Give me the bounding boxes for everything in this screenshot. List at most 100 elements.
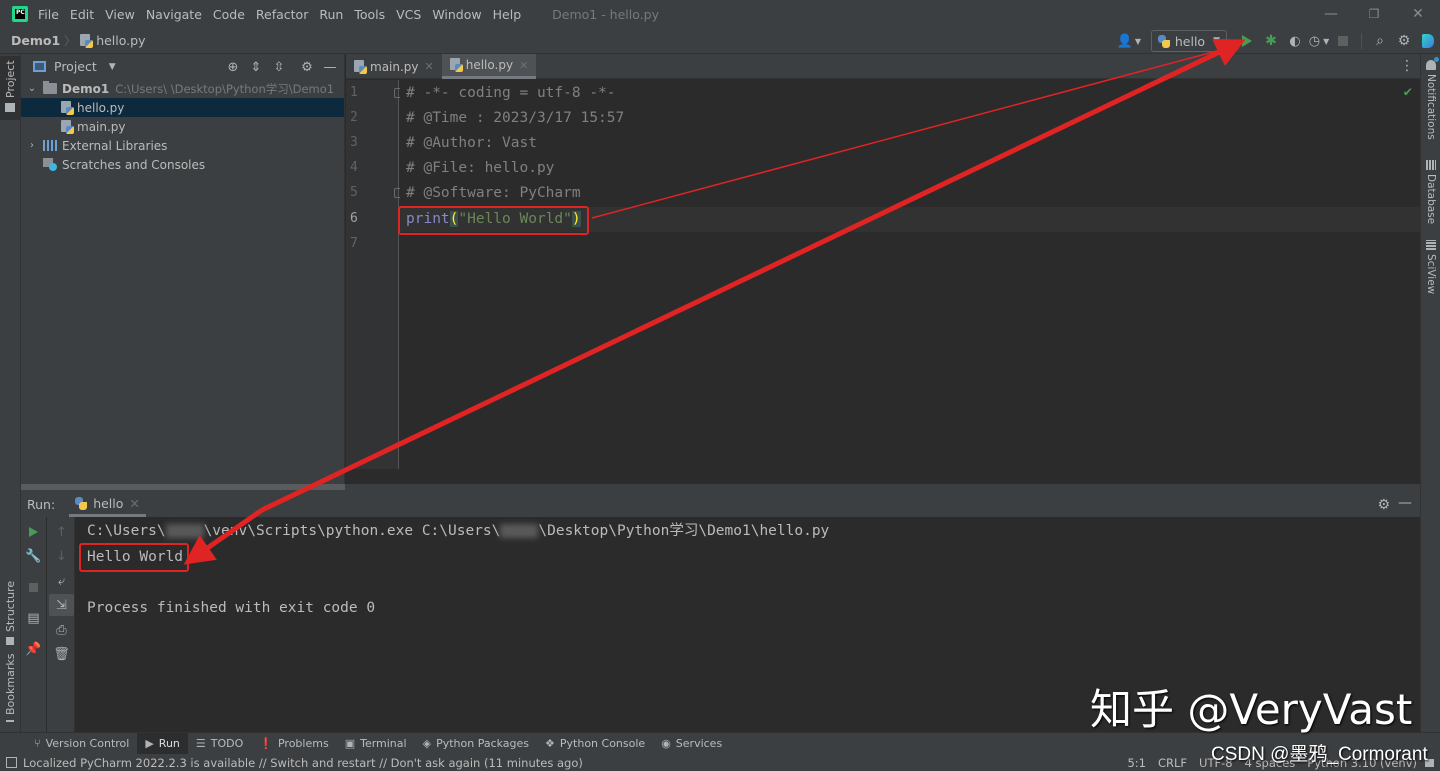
line-separator[interactable]: CRLF [1158, 756, 1187, 770]
restore-button[interactable]: ❐ [1364, 4, 1384, 24]
scroll-up-arrow-icon[interactable]: ↑ [49, 521, 74, 543]
menu-file[interactable]: File [38, 7, 59, 22]
library-icon [43, 140, 57, 151]
menu-edit[interactable]: Edit [70, 7, 94, 22]
stop-icon[interactable] [1332, 30, 1354, 52]
database-icon [1426, 160, 1436, 170]
python-file-icon [80, 33, 94, 48]
tool-window-tab-label: Database [1425, 174, 1437, 225]
run-settings-icon[interactable]: ⚙ [1377, 497, 1390, 513]
menu-vcs[interactable]: VCS [396, 7, 421, 22]
folder-icon [43, 81, 57, 94]
tree-item-scratches[interactable]: Scratches and Consoles [21, 155, 344, 174]
navigation-bar: Demo1 〉 hello.py 👤 ▼ hello ▼ ✱ ◐ ◷ ▼ ⌕ ⚙ [0, 28, 1440, 54]
close-tab-icon[interactable]: ✕ [129, 496, 139, 511]
tool-window-tab-bookmarks[interactable]: Bookmarks [0, 654, 21, 726]
chevron-down-icon[interactable]: ▼ [109, 62, 116, 72]
folder-icon [5, 102, 16, 112]
project-tree: ⌄ Demo1 C:\Users\ \Desktop\Python学习\Demo… [21, 79, 344, 174]
collapse-arrow-icon[interactable]: › [25, 140, 39, 151]
menu-window[interactable]: Window [432, 7, 481, 22]
project-panel-title[interactable]: Project [54, 59, 97, 74]
toolbar-divider [1361, 33, 1362, 49]
hide-panel-icon[interactable]: — [320, 57, 340, 77]
edit-configuration-wrench-icon[interactable]: 🔧 [21, 545, 46, 567]
expand-arrow-icon[interactable]: ⌄ [25, 83, 39, 94]
close-window-button[interactable]: ✕ [1408, 4, 1428, 24]
tool-tab-python-console[interactable]: ❖ Python Console [537, 733, 653, 755]
toolbox-icon[interactable] [1417, 30, 1439, 52]
panel-settings-icon[interactable]: ⚙ [297, 57, 317, 77]
python-file-icon [61, 119, 74, 134]
tree-item-demo1[interactable]: ⌄ Demo1 C:\Users\ \Desktop\Python学习\Demo… [21, 79, 344, 98]
more-options-icon[interactable]: ⋮ [1400, 58, 1414, 74]
scroll-to-end-icon[interactable]: ⇲ [49, 594, 74, 616]
tree-item-hello-py[interactable]: hello.py [21, 98, 344, 117]
breadcrumb-file[interactable]: hello.py [96, 33, 145, 48]
breadcrumb-project[interactable]: Demo1 [11, 33, 60, 48]
close-tab-icon[interactable]: ✕ [519, 59, 528, 72]
status-notification[interactable]: Localized PyCharm 2022.2.3 is available … [6, 756, 583, 770]
menu-code[interactable]: Code [213, 7, 245, 22]
hide-run-panel-icon[interactable]: — [1398, 495, 1412, 511]
soft-wrap-icon[interactable]: ⤶ [49, 570, 74, 592]
caret-position[interactable]: 5:1 [1127, 756, 1146, 770]
watermark-csdn: CSDN @墨鸦_Cormorant [1211, 744, 1428, 765]
rerun-icon[interactable] [21, 521, 46, 543]
debug-icon[interactable]: ✱ [1260, 30, 1282, 52]
run-configuration-selector[interactable]: hello ▼ [1150, 30, 1227, 52]
locate-file-icon[interactable]: ⊕ [223, 57, 243, 77]
run-icon[interactable] [1236, 30, 1258, 52]
left-tool-stripe: Project Structure Bookmarks [0, 54, 21, 732]
tool-tab-run[interactable]: ▶ Run [137, 732, 188, 755]
tool-window-tab-project[interactable]: Project [0, 56, 21, 120]
line-number: 7 [350, 236, 358, 251]
run-tab-hello[interactable]: hello ✕ [69, 492, 146, 517]
restore-layout-icon[interactable]: ▤ [21, 607, 46, 629]
scroll-down-arrow-icon[interactable]: ↓ [49, 545, 74, 567]
settings-icon[interactable]: ⚙ [1393, 30, 1415, 52]
tree-item-external-libraries[interactable]: › External Libraries [21, 136, 344, 155]
coverage-icon[interactable]: ◐ [1284, 30, 1306, 52]
menu-navigate[interactable]: Navigate [146, 7, 202, 22]
pin-tab-icon[interactable]: 📌 [21, 638, 46, 660]
tool-tab-problems[interactable]: ❗ Problems [251, 733, 336, 755]
tree-item-main-py[interactable]: main.py [21, 117, 344, 136]
menu-run[interactable]: Run [319, 7, 343, 22]
project-horizontal-scrollbar[interactable] [21, 484, 345, 490]
clear-all-trash-icon[interactable]: 🗑 [49, 643, 74, 665]
close-tab-icon[interactable]: ✕ [425, 60, 434, 73]
line-number: 3 [350, 135, 358, 150]
tool-window-tab-sciview[interactable]: SciView [1422, 240, 1440, 300]
menu-help[interactable]: Help [493, 7, 522, 22]
python-file-icon [449, 58, 463, 72]
tool-tab-version-control[interactable]: ⑂ Version Control [26, 733, 137, 755]
expand-all-icon[interactable]: ⇕ [246, 57, 266, 77]
tool-window-tab-structure[interactable]: Structure [0, 572, 21, 658]
collapse-all-icon[interactable]: ⇳ [269, 57, 289, 77]
editor-tab-main-py[interactable]: main.py ✕ [346, 54, 442, 79]
tool-window-tab-notifications[interactable]: Notifications [1422, 57, 1440, 150]
account-icon[interactable]: 👤 ▼ [1117, 30, 1141, 52]
command-text: \venv\Scripts\python.exe C:\Users\ [203, 523, 501, 539]
editor-tab-hello-py[interactable]: hello.py ✕ [441, 54, 537, 79]
tool-tab-terminal[interactable]: ▣ Terminal [337, 733, 415, 755]
minimize-button[interactable]: — [1321, 4, 1341, 24]
inspection-ok-icon[interactable]: ✔ [1404, 84, 1412, 100]
tool-tab-label: Run [158, 737, 180, 750]
print-icon[interactable]: ⎙ [49, 619, 74, 641]
notifications-bell-icon [1426, 57, 1439, 70]
menu-view[interactable]: View [105, 7, 135, 22]
search-icon[interactable]: ⌕ [1369, 30, 1391, 52]
stop-process-icon[interactable] [21, 576, 46, 598]
line-number: 5 [350, 185, 358, 200]
code-editor[interactable]: # -*- coding = utf-8 -*- # @Time : 2023/… [400, 80, 1420, 469]
tool-tab-python-packages[interactable]: ◈ Python Packages [415, 733, 537, 755]
profile-icon[interactable]: ◷ ▼ [1308, 30, 1330, 52]
tool-tab-services[interactable]: ◉ Services [653, 733, 730, 755]
menu-tools[interactable]: Tools [354, 7, 385, 22]
tool-window-tab-database[interactable]: Database [1422, 160, 1440, 230]
tool-tab-todo[interactable]: ☰ TODO [188, 733, 251, 755]
todo-list-icon: ☰ [195, 737, 206, 750]
menu-refactor[interactable]: Refactor [256, 7, 308, 22]
